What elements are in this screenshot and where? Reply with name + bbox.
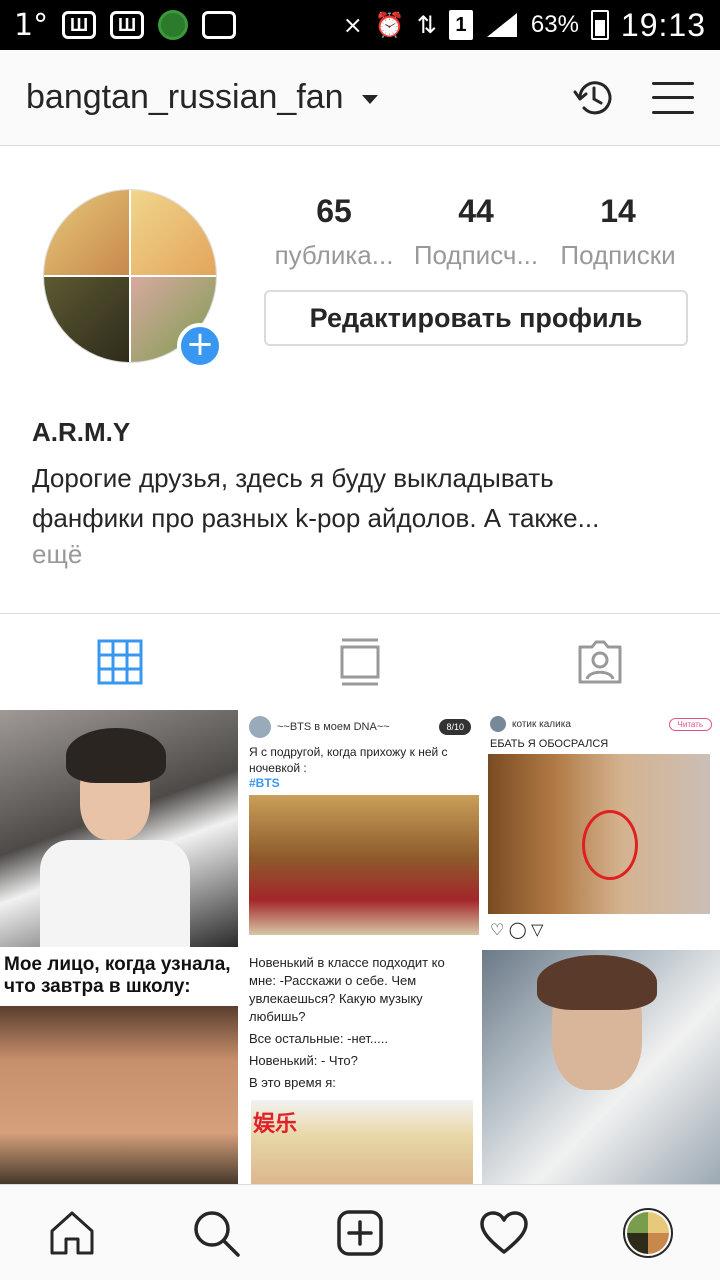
tab-tagged[interactable] bbox=[480, 614, 720, 709]
post-badge: 8/10 bbox=[439, 719, 471, 735]
profile-name: A.R.M.Y bbox=[32, 417, 131, 447]
profile-header: bangtan_russian_fan bbox=[0, 50, 720, 146]
stat-label: Подписч... bbox=[413, 240, 539, 270]
post-text-line: Новенький в классе подходит ко мне: -Рас… bbox=[249, 955, 445, 1024]
post-thumbnail[interactable] bbox=[479, 950, 720, 1184]
nav-home[interactable] bbox=[0, 1185, 144, 1280]
heart-icon bbox=[480, 1210, 528, 1254]
sim-indicator: 1 bbox=[448, 10, 473, 40]
alarm-icon: ⏰ bbox=[374, 11, 405, 39]
tagged-icon bbox=[578, 640, 622, 683]
post-overlay-text: 娱乐 bbox=[253, 1112, 298, 1137]
clock: 19:13 bbox=[620, 6, 706, 43]
grid-icon bbox=[97, 639, 143, 684]
post-thumbnail[interactable]: котик калика Читать ЕБАТЬ Я ОБОСРАЛСЯ ♡ … bbox=[479, 710, 720, 947]
battery-icon bbox=[590, 10, 609, 40]
profile-avatar bbox=[623, 1207, 673, 1258]
bottom-nav bbox=[0, 1184, 720, 1280]
post-account-name: ~~BTS в моем DNA~~ bbox=[277, 721, 390, 733]
post-text: ЕБАТЬ Я ОБОСРАЛСЯ bbox=[490, 738, 609, 750]
stat-value: 44 bbox=[458, 193, 494, 229]
shield-icon bbox=[158, 10, 189, 40]
post-account-name: котик калика bbox=[512, 718, 571, 730]
following-count[interactable]: 14 Подписки bbox=[548, 193, 688, 271]
gallery-icon bbox=[202, 11, 237, 39]
app-notification-icon bbox=[110, 11, 145, 39]
account-switcher[interactable]: bangtan_russian_fan bbox=[26, 78, 344, 117]
posts-count[interactable]: 65 публика... bbox=[264, 193, 404, 271]
nav-profile[interactable] bbox=[576, 1185, 720, 1280]
post-hashtag: #BTS bbox=[249, 776, 280, 790]
post-text-line: В это время я: bbox=[249, 1075, 336, 1090]
post-text-line: Все остальные: -нет..... bbox=[249, 1031, 388, 1046]
profile-info: + 65 публика... 44 Подписч... 14 Подписк… bbox=[0, 147, 720, 612]
post-thumbnail[interactable]: ~~BTS в моем DNA~~ 8/10 Я с подругой, ко… bbox=[238, 710, 479, 947]
chevron-down-icon[interactable] bbox=[361, 95, 378, 104]
archive-icon[interactable] bbox=[570, 74, 618, 122]
instagram-profile-screen: 1° ⨯ ⏰ ⇅ 1 63% 19:13 bangtan_russian_fan bbox=[0, 0, 720, 1280]
feed-icon bbox=[340, 638, 380, 685]
post-thumbnail[interactable]: Мое лицо, когда узнала, что завтра в шко… bbox=[0, 950, 238, 1184]
menu-icon[interactable] bbox=[652, 81, 694, 114]
post-caption: Мое лицо, когда узнала, что завтра в шко… bbox=[4, 954, 231, 997]
nav-new-post[interactable] bbox=[288, 1185, 432, 1280]
avatar bbox=[490, 716, 506, 732]
post-thumbnail[interactable] bbox=[0, 710, 238, 947]
app-notification-icon bbox=[62, 11, 97, 39]
profile-tabs bbox=[0, 613, 720, 709]
data-transfer-icon: ⇅ bbox=[416, 11, 437, 39]
status-bar: 1° ⨯ ⏰ ⇅ 1 63% 19:13 bbox=[0, 0, 720, 50]
search-icon bbox=[194, 1210, 240, 1257]
post-grid: ~~BTS в моем DNA~~ 8/10 Я с подругой, ко… bbox=[0, 710, 720, 1184]
add-post-icon bbox=[337, 1209, 383, 1256]
post-thumbnail[interactable]: Новенький в классе подходит ко мне: -Рас… bbox=[238, 950, 479, 1184]
add-story-icon[interactable]: + bbox=[177, 323, 223, 369]
post-text-line: Новенький: - Что? bbox=[249, 1053, 358, 1068]
temperature-indicator: 1° bbox=[14, 7, 49, 43]
nav-search[interactable] bbox=[144, 1185, 288, 1280]
nav-activity[interactable] bbox=[432, 1185, 576, 1280]
avatar bbox=[249, 716, 271, 738]
followers-count[interactable]: 44 Подписч... bbox=[406, 193, 546, 271]
stat-value: 65 bbox=[316, 193, 352, 229]
post-text: Я с подругой, когда прихожу к ней с ноче… bbox=[249, 745, 448, 775]
post-follow-label: Читать bbox=[668, 717, 712, 731]
profile-bio: Дорогие друзья, здесь я буду выкладывать… bbox=[32, 463, 600, 533]
mute-icon: ⨯ bbox=[342, 11, 363, 39]
home-icon bbox=[50, 1211, 94, 1254]
post-actions-icon: ♡ ◯ ▽ bbox=[490, 922, 544, 939]
tab-grid[interactable] bbox=[0, 614, 240, 709]
bio-more-link[interactable]: ещё bbox=[32, 539, 82, 570]
profile-stats: 65 публика... 44 Подписч... 14 Подписки bbox=[264, 193, 688, 271]
stat-label: публика... bbox=[274, 240, 394, 270]
tab-feed[interactable] bbox=[240, 614, 480, 709]
edit-profile-button[interactable]: Редактировать профиль bbox=[264, 290, 688, 346]
battery-percent: 63% bbox=[530, 11, 579, 38]
stat-label: Подписки bbox=[560, 240, 676, 270]
signal-icon bbox=[486, 13, 517, 37]
stat-value: 14 bbox=[600, 193, 636, 229]
